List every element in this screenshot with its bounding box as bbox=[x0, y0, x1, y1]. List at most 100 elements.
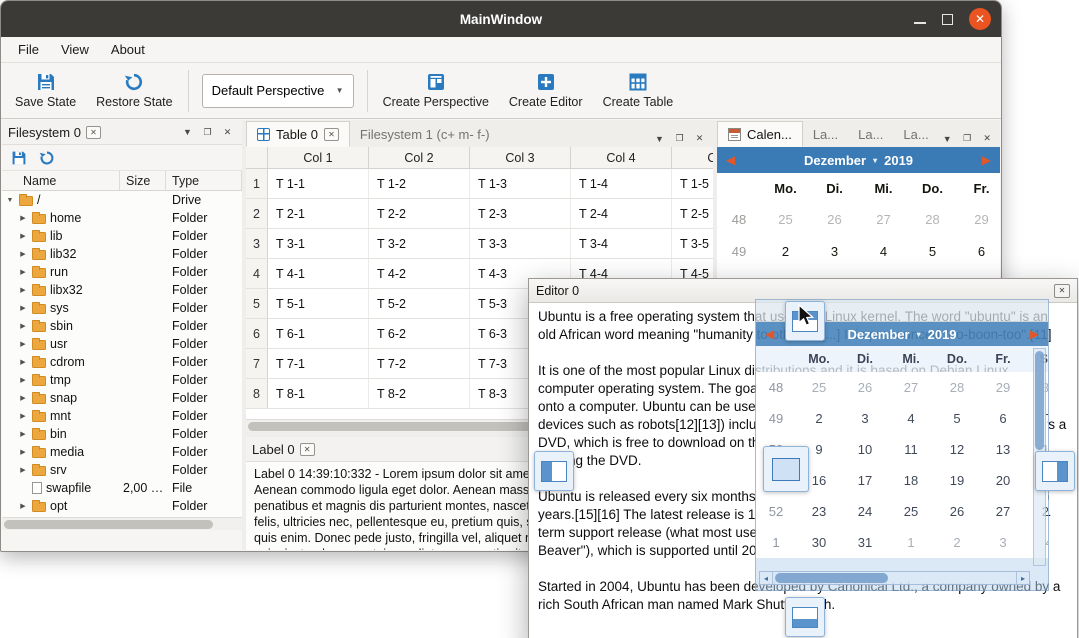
tree-row[interactable]: ▶sbinFolder bbox=[2, 317, 242, 335]
filesystem-panel-header[interactable]: Filesystem 0 ✕ ▼ ❐ ✕ bbox=[2, 120, 242, 145]
save-state-button[interactable]: Save State bbox=[5, 69, 86, 112]
expander-icon[interactable]: ▶ bbox=[18, 502, 28, 510]
expander-icon[interactable]: ▶ bbox=[18, 322, 28, 330]
tab-table0[interactable]: Table 0 ✕ bbox=[246, 121, 350, 147]
calendar-day[interactable]: 31 bbox=[842, 535, 888, 550]
calendar-day[interactable]: 19 bbox=[934, 473, 980, 488]
row-header[interactable]: 7 bbox=[246, 349, 268, 378]
row-header[interactable]: 8 bbox=[246, 379, 268, 408]
table-cell[interactable]: T 3-2 bbox=[369, 229, 470, 258]
table-cell[interactable]: T 4-2 bbox=[369, 259, 470, 288]
calendar-day[interactable]: 3 bbox=[842, 411, 888, 426]
calendar-day[interactable]: 28 bbox=[934, 380, 980, 395]
dock-float-button[interactable]: ❐ bbox=[199, 124, 216, 141]
next-month-button[interactable]: ▶ bbox=[982, 153, 991, 167]
expander-icon[interactable]: ▶ bbox=[18, 286, 28, 294]
table-cell[interactable]: T 1-3 bbox=[470, 169, 571, 198]
calendar-day[interactable]: 12 bbox=[934, 442, 980, 457]
scrollbar-thumb[interactable] bbox=[4, 520, 213, 529]
tab-label-3[interactable]: La... bbox=[893, 121, 938, 147]
editor-close-button[interactable]: ✕ bbox=[1054, 284, 1070, 298]
expander-icon[interactable]: ▶ bbox=[18, 448, 28, 456]
table-cell[interactable]: T 3-3 bbox=[470, 229, 571, 258]
calendar-day[interactable]: 2 bbox=[934, 535, 980, 550]
expander-icon[interactable]: ▶ bbox=[18, 214, 28, 222]
calendar-day[interactable]: 1 bbox=[888, 535, 934, 550]
table-cell[interactable]: T 7-1 bbox=[268, 349, 369, 378]
dock-drop-indicator-right[interactable] bbox=[1035, 451, 1075, 491]
calendar-day[interactable]: 5 bbox=[908, 244, 957, 259]
dock-menu-button[interactable]: ▼ bbox=[651, 130, 668, 147]
calendar-day[interactable]: 2 bbox=[796, 411, 842, 426]
calendar-day[interactable]: 11 bbox=[888, 442, 934, 457]
row-header[interactable]: 3 bbox=[246, 229, 268, 258]
prev-month-button[interactable]: ◀ bbox=[726, 153, 735, 167]
table-cell[interactable]: T 5-2 bbox=[369, 289, 470, 318]
titlebar[interactable]: MainWindow ✕ bbox=[1, 1, 1001, 37]
dock-menu-button[interactable]: ▼ bbox=[939, 130, 956, 147]
tree-row[interactable]: ▶cdromFolder bbox=[2, 353, 242, 371]
table-cell[interactable]: T 2-5 bbox=[672, 199, 713, 228]
tab-label-1[interactable]: La... bbox=[803, 121, 848, 147]
calendar-day[interactable]: 24 bbox=[842, 504, 888, 519]
calendar-day[interactable]: 5 bbox=[934, 411, 980, 426]
tree-row[interactable]: ▶binFolder bbox=[2, 425, 242, 443]
filesystem-hscrollbar[interactable] bbox=[2, 517, 242, 530]
row-header[interactable]: 6 bbox=[246, 319, 268, 348]
table-cell[interactable]: T 5-1 bbox=[268, 289, 369, 318]
tab-close-icon[interactable]: ✕ bbox=[300, 443, 315, 456]
calendar-day[interactable]: 27 bbox=[980, 504, 1026, 519]
expander-icon[interactable]: ▶ bbox=[18, 358, 28, 366]
expander-icon[interactable]: ▶ bbox=[18, 340, 28, 348]
expander-icon[interactable]: ▶ bbox=[18, 466, 28, 474]
close-button[interactable]: ✕ bbox=[969, 8, 991, 30]
create-perspective-button[interactable]: Create Perspective bbox=[373, 69, 499, 112]
calendar-day[interactable]: 2 bbox=[761, 244, 810, 259]
calendar-day[interactable]: 29 bbox=[957, 212, 1000, 227]
calendar-day[interactable]: 25 bbox=[761, 212, 810, 227]
tree-row[interactable]: ▶usrFolder bbox=[2, 335, 242, 353]
expander-icon[interactable]: ▶ bbox=[18, 412, 28, 420]
table-cell[interactable]: T 8-1 bbox=[268, 379, 369, 408]
tab-close-icon[interactable]: ✕ bbox=[86, 126, 101, 139]
calendar-day[interactable]: 3 bbox=[810, 244, 859, 259]
column-header[interactable]: Type bbox=[166, 171, 242, 190]
column-header[interactable]: Col 2 bbox=[369, 147, 470, 168]
menu-about[interactable]: About bbox=[100, 38, 156, 61]
table-cell[interactable]: T 7-2 bbox=[369, 349, 470, 378]
column-header[interactable]: Name bbox=[2, 171, 120, 190]
dock-drop-indicator-bottom[interactable] bbox=[785, 597, 825, 637]
calendar-day[interactable]: 10 bbox=[842, 442, 888, 457]
expander-icon[interactable]: ▶ bbox=[18, 250, 28, 258]
table-cell[interactable]: T 3-1 bbox=[268, 229, 369, 258]
tree-row[interactable]: ▶tmpFolder bbox=[2, 371, 242, 389]
row-header[interactable]: 4 bbox=[246, 259, 268, 288]
table-cell[interactable]: T 8-2 bbox=[369, 379, 470, 408]
calendar-day[interactable]: 27 bbox=[859, 212, 908, 227]
calendar-day[interactable]: 25 bbox=[888, 504, 934, 519]
tree-row[interactable]: ▶mntFolder bbox=[2, 407, 242, 425]
dock-float-button[interactable]: ❐ bbox=[959, 130, 976, 147]
calendar-day[interactable]: 30 bbox=[796, 535, 842, 550]
tree-row[interactable]: ▶lib32Folder bbox=[2, 245, 242, 263]
column-header[interactable]: Size bbox=[120, 171, 166, 190]
tab-label-2[interactable]: La... bbox=[848, 121, 893, 147]
tab-filesystem1[interactable]: Filesystem 1 (c+ m- f-) bbox=[350, 121, 500, 147]
restore-icon[interactable] bbox=[39, 150, 55, 166]
expander-icon[interactable]: ▼ bbox=[5, 197, 15, 204]
tree-row[interactable]: ▶sysFolder bbox=[2, 299, 242, 317]
minimize-button[interactable] bbox=[914, 22, 926, 24]
calendar-day[interactable]: 17 bbox=[842, 473, 888, 488]
calendar-day[interactable]: 25 bbox=[796, 380, 842, 395]
calendar-day[interactable]: 29 bbox=[980, 380, 1026, 395]
table-cell[interactable]: T 1-5 bbox=[672, 169, 713, 198]
calendar-day[interactable]: 26 bbox=[842, 380, 888, 395]
calendar-day[interactable]: 20 bbox=[980, 473, 1026, 488]
table-cell[interactable]: T 1-2 bbox=[369, 169, 470, 198]
tree-row[interactable]: ▶snapFolder bbox=[2, 389, 242, 407]
save-icon[interactable] bbox=[11, 150, 27, 166]
expander-icon[interactable]: ▶ bbox=[18, 376, 28, 384]
table-cell[interactable]: T 1-4 bbox=[571, 169, 672, 198]
column-header[interactable]: Col 1 bbox=[268, 147, 369, 168]
column-header[interactable]: Col 4 bbox=[571, 147, 672, 168]
